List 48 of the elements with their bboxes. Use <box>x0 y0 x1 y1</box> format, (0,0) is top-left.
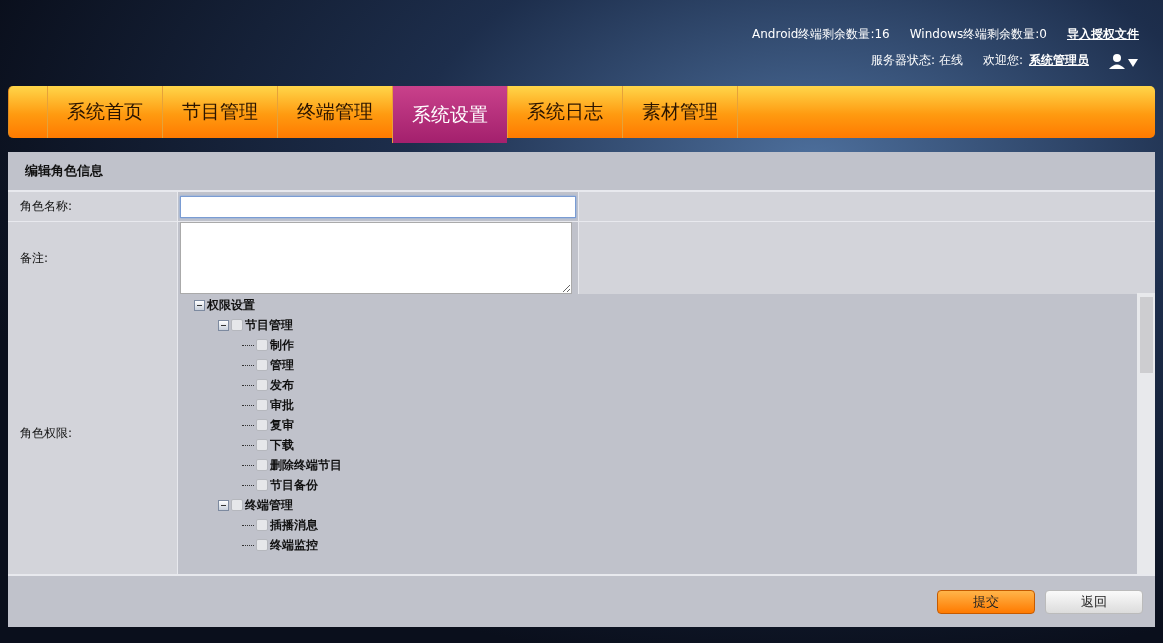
submit-button[interactable]: 提交 <box>937 589 1035 614</box>
checkbox[interactable] <box>256 379 268 391</box>
field-label: 角色名称: <box>8 192 178 221</box>
role-name-input[interactable] <box>180 195 576 218</box>
checkbox[interactable] <box>256 439 268 451</box>
collapse-icon[interactable] <box>218 319 229 331</box>
checkbox[interactable] <box>256 419 268 431</box>
checkbox[interactable] <box>256 339 268 351</box>
tree-node-label[interactable]: 管理 <box>270 356 294 374</box>
checkbox[interactable] <box>256 359 268 371</box>
tree-node-label[interactable]: 删除终端节目 <box>270 456 342 474</box>
nav-tab[interactable]: 系统日志 <box>507 86 622 138</box>
tree-node-label[interactable]: 终端监控 <box>270 536 318 554</box>
tree-node-label[interactable]: 节目管理 <box>245 316 293 334</box>
import-license-link[interactable]: 导入授权文件 <box>1067 26 1139 43</box>
collapse-icon[interactable] <box>218 499 229 511</box>
tree-node-label[interactable]: 插播消息 <box>270 516 318 534</box>
collapse-icon[interactable] <box>194 299 205 311</box>
checkbox[interactable] <box>256 399 268 411</box>
user-link[interactable]: 系统管理员 <box>1029 52 1089 69</box>
server-status: 服务器状态: 在线 <box>871 52 963 69</box>
field-label: 角色权限: <box>8 293 178 574</box>
welcome-text: 欢迎您: <box>982 52 1023 69</box>
nav-tab[interactable]: 素材管理 <box>622 86 737 138</box>
windows-count: Windows终端剩余数量:0 <box>909 26 1047 43</box>
tree-node-label[interactable]: 审批 <box>270 396 294 414</box>
nav-tab[interactable]: 节目管理 <box>162 86 277 138</box>
checkbox[interactable] <box>256 459 268 471</box>
nav-tab[interactable]: 系统设置 <box>392 86 507 143</box>
tree-node-label[interactable]: 复审 <box>270 416 294 434</box>
checkbox[interactable] <box>231 499 243 511</box>
remark-textarea[interactable] <box>180 222 572 294</box>
nav-tab[interactable]: 系统首页 <box>47 86 162 138</box>
tree-node-label[interactable]: 权限设置 <box>207 296 255 314</box>
android-count: Android终端剩余数量:16 <box>752 26 890 43</box>
checkbox[interactable] <box>256 539 268 551</box>
field-label: 备注: <box>8 222 178 294</box>
checkbox[interactable] <box>256 479 268 491</box>
checkbox[interactable] <box>231 319 243 331</box>
tree-node-label[interactable]: 下载 <box>270 436 294 454</box>
tree-node-label[interactable]: 制作 <box>270 336 294 354</box>
tree-node-label[interactable]: 发布 <box>270 376 294 394</box>
back-button[interactable]: 返回 <box>1045 589 1143 614</box>
checkbox[interactable] <box>256 519 268 531</box>
scrollbar[interactable] <box>1137 293 1155 574</box>
tree-node-label[interactable]: 终端管理 <box>245 496 293 514</box>
user-menu-icon[interactable] <box>1109 52 1139 69</box>
tree-node-label[interactable]: 节目备份 <box>270 476 318 494</box>
